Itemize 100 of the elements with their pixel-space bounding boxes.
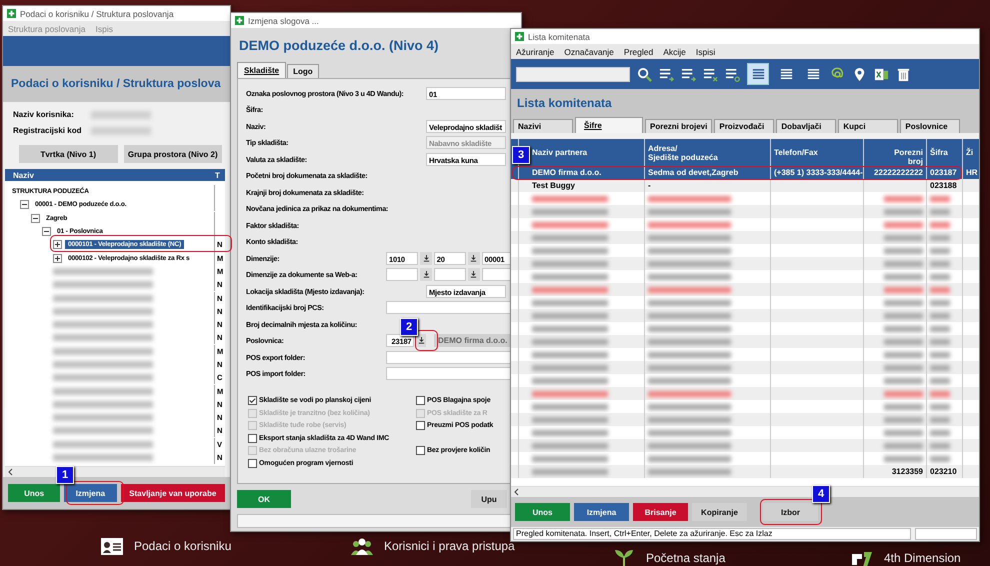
checkbox[interactable] [416,421,425,430]
tab[interactable]: Poslovnice [900,119,960,133]
expand-icon[interactable] [53,240,62,250]
shortcut-label[interactable]: 4th Dimension [884,551,961,565]
tab[interactable]: Logo [287,64,319,78]
scroll-left-icon[interactable] [514,488,520,496]
collapse-icon[interactable] [31,214,40,223]
field-label: Naziv korisnika: [13,110,75,119]
list-delete-icon[interactable] [703,66,718,82]
level-button[interactable]: Grupa prostora (Nivo 2) [124,145,222,163]
app-icon [235,16,244,25]
checkbox[interactable] [416,446,425,455]
column-header: Telefon/Fax [771,139,864,166]
location-pin-icon[interactable] [852,66,867,82]
table-cell: DEMO firma d.o.o. [532,168,602,177]
list-add-icon[interactable] [681,66,696,82]
table-cell: 22222222222 [874,168,923,177]
column-header: Porezni broj [864,139,927,166]
search-field[interactable] [516,66,630,82]
lookup-button[interactable] [416,334,426,348]
scroll-left-icon[interactable] [8,468,14,476]
checkbox[interactable] [248,434,257,442]
scrollbar[interactable] [5,466,225,477]
scrollbar[interactable] [511,486,979,497]
action-button[interactable]: Kopiranje [692,503,747,521]
action-button[interactable]: Brisanje [633,503,688,521]
shortcut-label[interactable]: Korisnici i prava pristupa [384,539,515,553]
blurred-field [91,110,151,118]
action-button[interactable]: OK [237,490,291,508]
tab[interactable]: Kupci [838,119,898,133]
download-icon [422,271,430,278]
dialog-heading: DEMO poduzeće d.o.o. (Nivo 4) [239,38,439,52]
app-icon [515,32,524,41]
column-header: T [215,170,221,180]
list-add-icon[interactable] [659,66,674,82]
checkbox[interactable] [248,458,257,468]
step-badge: 4 [812,485,830,503]
tab[interactable]: Šifre [575,117,643,133]
list-refresh-icon[interactable] [725,66,740,82]
step-badge: 1 [56,466,74,484]
download-icon [470,254,478,262]
menu-item[interactable]: Akcije [663,46,686,56]
table-cell: Test Buggy [532,181,575,190]
action-button[interactable]: Stavljanje van uporabe [120,484,225,502]
spreadsheet-icon[interactable] [874,66,889,82]
table-cell: 023188 [930,181,957,190]
plant-icon[interactable] [612,548,636,566]
table-cell: (+385 1) 3333-333/4444- [774,168,863,177]
users-icon[interactable] [350,536,374,556]
blurred-field [91,126,151,134]
shortcut-label[interactable]: Podaci o korisniku [134,539,232,553]
action-button[interactable]: Izmjena [64,484,116,502]
lookup-button[interactable] [420,252,432,265]
menu-item[interactable]: Označavanje [564,46,614,56]
action-button[interactable]: Unos [515,503,570,521]
expand-icon[interactable] [53,254,62,263]
column-header: Adresa/ Sjedište poduzeća [645,139,771,166]
collapse-icon[interactable] [42,227,51,236]
tab[interactable]: Dobavljači [776,119,836,133]
list-view-icon[interactable] [750,66,766,82]
lookup-button[interactable] [468,252,480,265]
menu-item[interactable]: Ispisi [696,46,716,56]
checkbox[interactable] [248,396,257,405]
app-icon [7,9,16,18]
lookup-button[interactable] [420,268,432,282]
collapse-icon[interactable] [20,200,29,210]
action-button[interactable]: Upu [471,490,507,508]
search-icon[interactable] [637,66,652,82]
window-title: Podaci o korisniku / Struktura poslovanja [20,8,174,18]
lookup-button[interactable] [468,268,480,282]
trash-icon[interactable] [896,66,911,82]
list-view-icon[interactable] [806,66,820,82]
tab[interactable]: Nazivi [513,119,573,133]
action-button[interactable]: Unos [8,484,60,502]
tab[interactable]: Proizvođači [714,119,774,133]
menu-item[interactable]: Ažuriranje [516,46,554,56]
column-header: Naziv [13,170,34,180]
action-button[interactable]: Izbor [763,503,818,521]
table-cell: 023210 [930,467,957,476]
window-title: Lista komitenata [528,32,590,42]
level-button[interactable]: Tvrtka (Nivo 1) [19,145,118,163]
table-cell: Sedma od devet,Zagreb [648,168,738,177]
tab[interactable]: Porezni brojevi [645,119,712,133]
table-cell: HR [966,168,978,177]
download-icon [470,271,478,278]
checkbox[interactable] [416,396,425,405]
download-icon [422,254,430,262]
tab[interactable]: Skladište [237,62,286,78]
page-heading: Lista komitenata [517,96,612,110]
table-cell: - [648,181,651,190]
action-button[interactable]: Izmjena [574,503,629,521]
column-header: Ži [965,146,974,159]
text-field[interactable] [434,268,466,282]
list-view-icon[interactable] [778,66,794,82]
menu-item[interactable]: Pregled [624,46,654,56]
text-field[interactable] [386,268,418,282]
table-cell: 3123359 [892,467,923,476]
page-heading: Podaci o korisniku / Struktura poslova [11,78,221,90]
id-card-icon[interactable] [100,536,124,556]
shortcut-label[interactable]: Početna stanja [646,551,726,565]
